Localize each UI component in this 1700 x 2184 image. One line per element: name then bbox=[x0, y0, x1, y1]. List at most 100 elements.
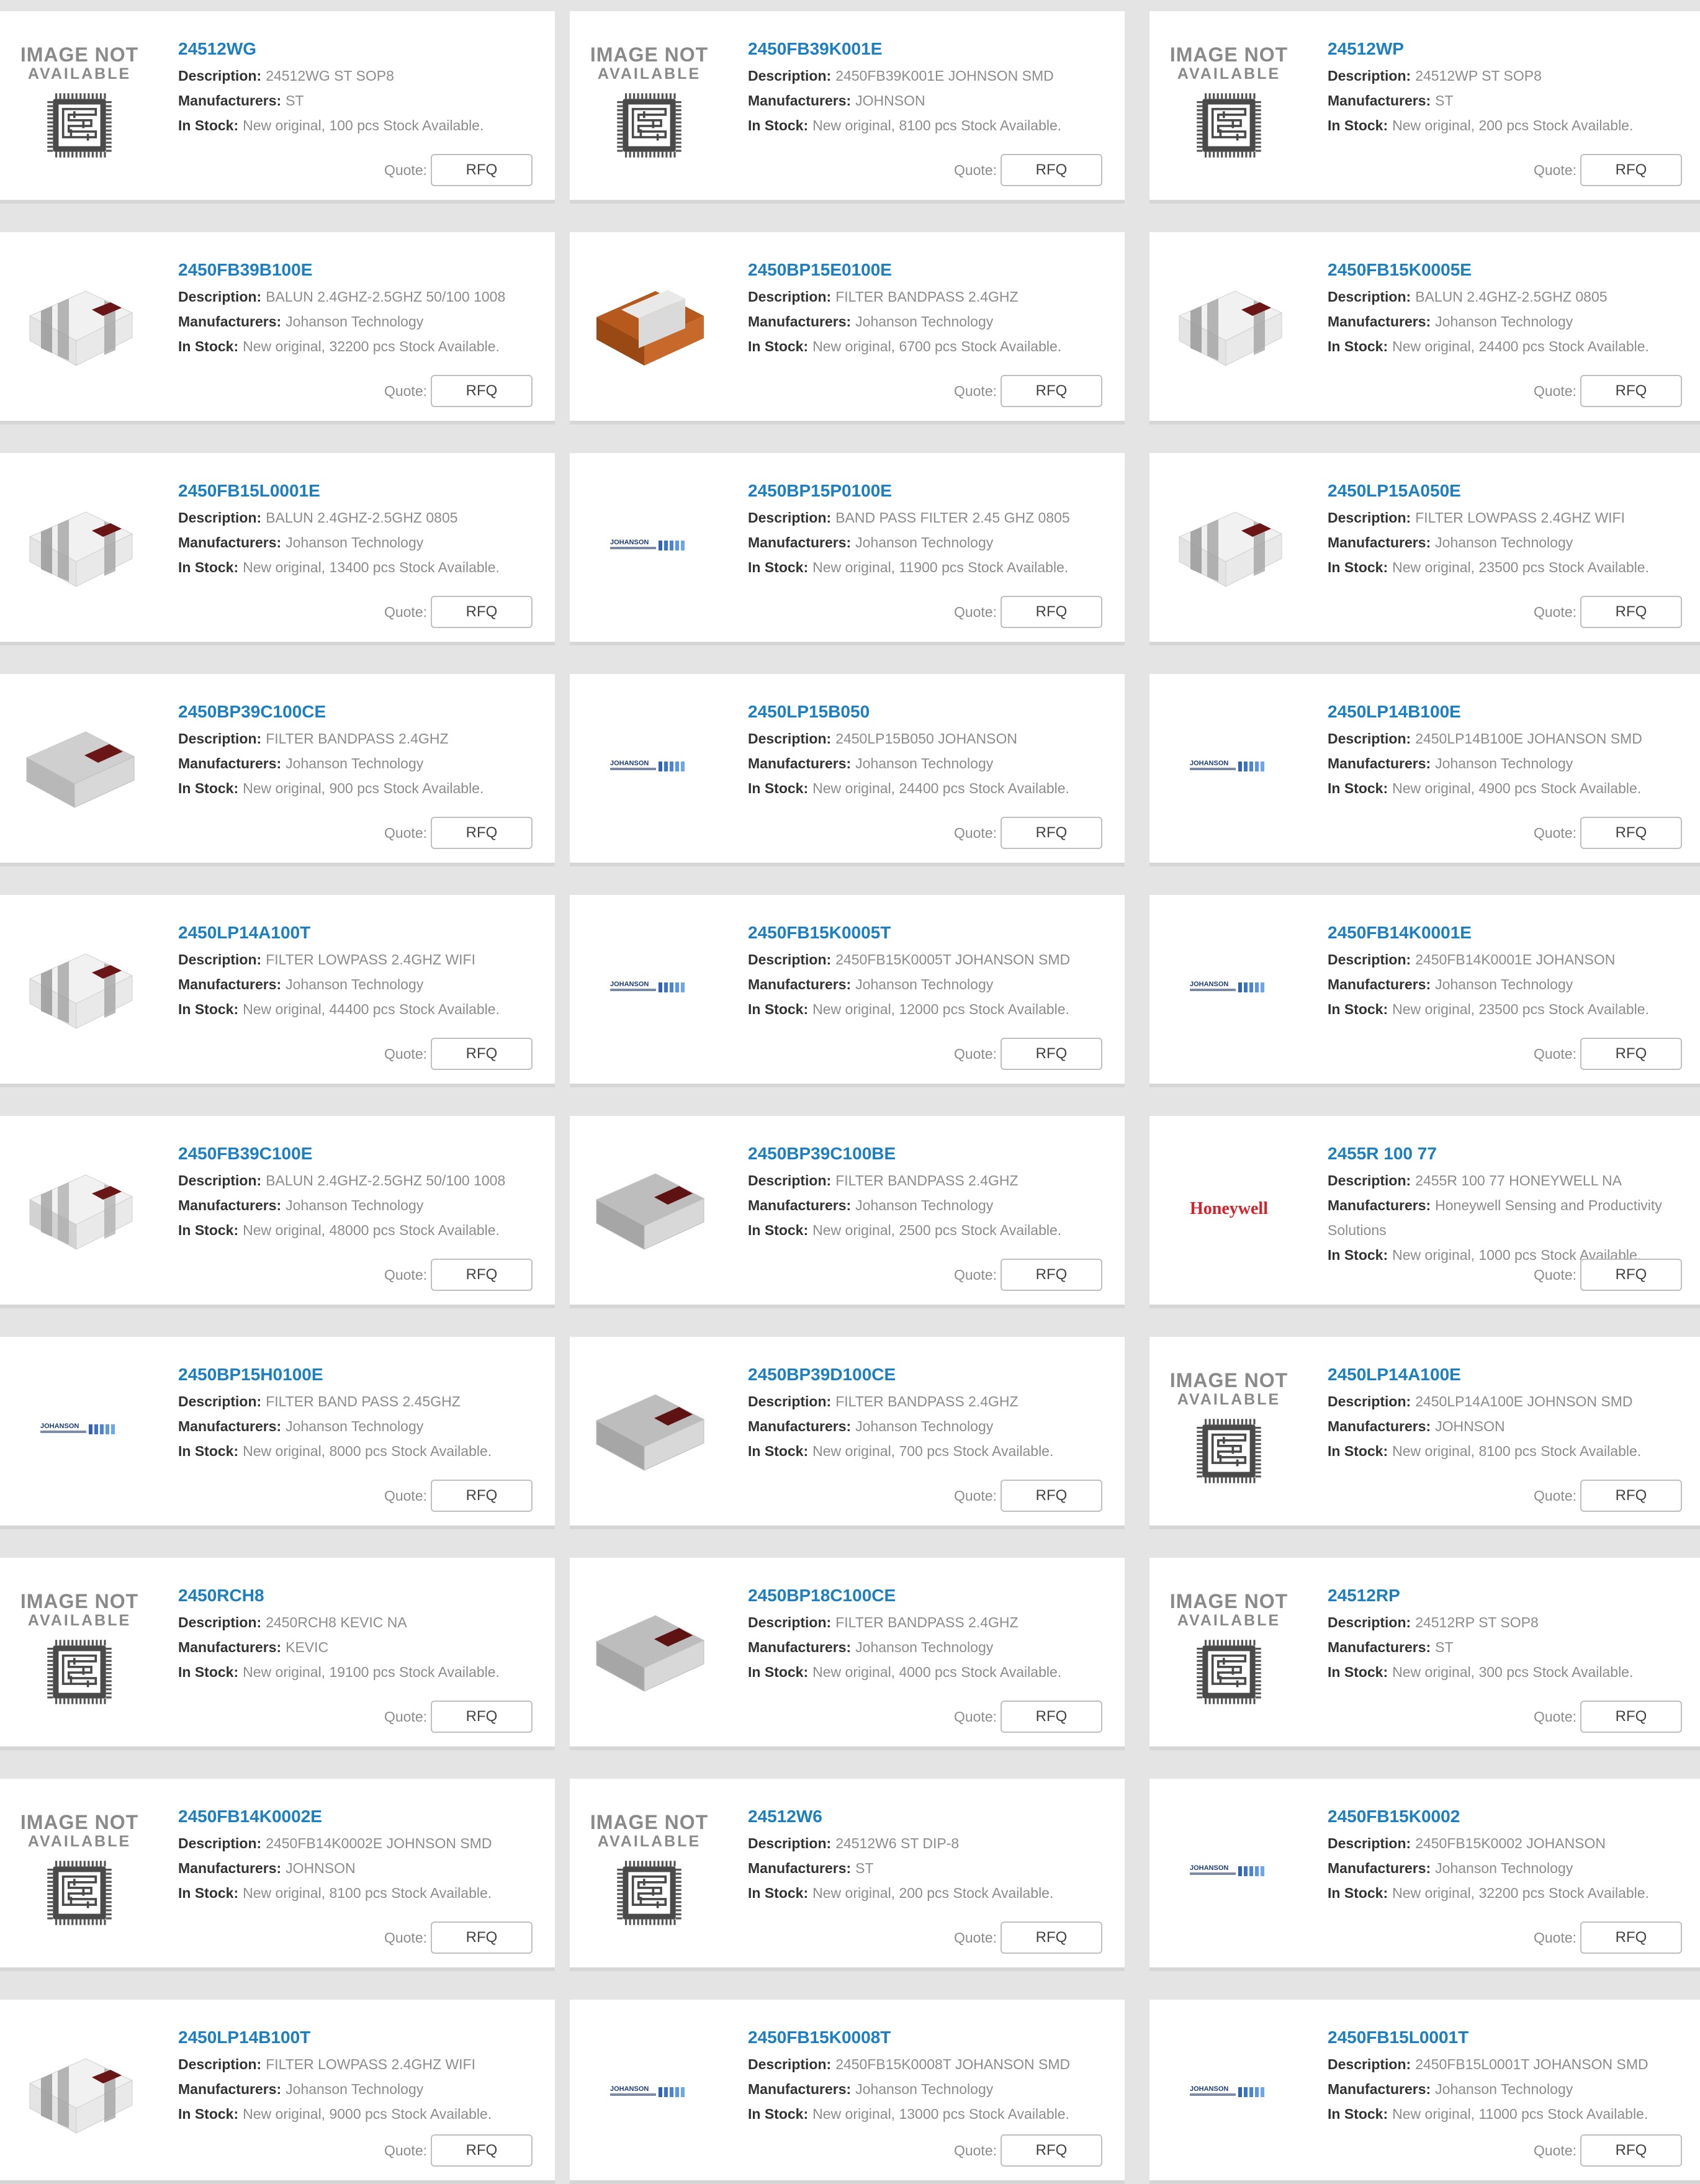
part-number-link[interactable]: 2450RCH8 bbox=[178, 1584, 555, 1607]
striped-chip-icon[interactable] bbox=[12, 478, 146, 614]
striped-chip-icon[interactable] bbox=[12, 257, 146, 393]
part-number-link[interactable]: 2450BP15E0100E bbox=[748, 258, 1125, 282]
rfq-button[interactable]: RFQ bbox=[431, 1701, 533, 1733]
rfq-button[interactable]: RFQ bbox=[431, 1921, 533, 1954]
rfq-button[interactable]: RFQ bbox=[1001, 1259, 1102, 1291]
johanson-logo-icon[interactable]: JOHANSON bbox=[582, 920, 716, 1056]
chip-placeholder-icon[interactable]: IMAGE NOT AVAILABLE bbox=[1162, 36, 1296, 173]
rfq-button[interactable]: RFQ bbox=[1580, 2134, 1682, 2167]
description-row: Description: 2450RCH8 KEVIC NA bbox=[178, 1610, 555, 1635]
dark-chip-icon[interactable] bbox=[582, 1362, 716, 1498]
part-number-link[interactable]: 2450LP14A100E bbox=[1328, 1363, 1700, 1386]
rfq-button[interactable]: RFQ bbox=[1580, 596, 1682, 628]
johanson-logo-icon[interactable]: JOHANSON bbox=[1162, 699, 1296, 835]
part-number-link[interactable]: 24512RP bbox=[1328, 1584, 1700, 1607]
striped-chip-icon[interactable] bbox=[12, 2024, 146, 2161]
part-number-link[interactable]: 2450FB15K0008T bbox=[748, 2026, 1125, 2049]
quote-area: Quote: RFQ bbox=[954, 1259, 1102, 1291]
johanson-logo-icon[interactable]: JOHANSON bbox=[1162, 920, 1296, 1056]
rfq-button[interactable]: RFQ bbox=[1580, 1259, 1682, 1291]
stock-value: New original, 13400 pcs Stock Available. bbox=[243, 559, 500, 575]
part-number-link[interactable]: 2450LP14A100T bbox=[178, 921, 555, 945]
chip-placeholder-icon[interactable]: IMAGE NOT AVAILABLE bbox=[582, 36, 716, 173]
chip-placeholder-icon[interactable]: IMAGE NOT AVAILABLE bbox=[1162, 1583, 1296, 1719]
part-number-link[interactable]: 2450FB39K001E bbox=[748, 37, 1125, 61]
rfq-button[interactable]: RFQ bbox=[431, 1480, 533, 1512]
manufacturer-row: Manufacturers: Johanson Technology bbox=[1328, 2077, 1700, 2101]
part-number-link[interactable]: 2450FB14K0001E bbox=[1328, 921, 1700, 945]
rfq-button[interactable]: RFQ bbox=[1001, 375, 1102, 407]
johanson-logo-icon[interactable]: JOHANSON bbox=[12, 1362, 146, 1498]
quote-label: Quote: bbox=[1533, 1045, 1576, 1062]
rfq-button[interactable]: RFQ bbox=[1580, 1480, 1682, 1512]
part-number-link[interactable]: 2450FB14K0002E bbox=[178, 1805, 555, 1828]
part-number-link[interactable]: 2450FB15K0005T bbox=[748, 921, 1125, 945]
part-number-link[interactable]: 2450LP15A050E bbox=[1328, 479, 1700, 503]
manufacturer-label: Manufacturers: bbox=[1328, 976, 1431, 992]
rfq-button[interactable]: RFQ bbox=[431, 154, 533, 186]
rfq-button[interactable]: RFQ bbox=[431, 817, 533, 849]
part-number-link[interactable]: 2455R 100 77 bbox=[1328, 1142, 1700, 1166]
johanson-logo-icon[interactable]: JOHANSON bbox=[582, 478, 716, 614]
dark-chip-icon[interactable] bbox=[582, 1583, 716, 1719]
part-number-link[interactable]: 2450BP15P0100E bbox=[748, 479, 1125, 503]
rfq-button[interactable]: RFQ bbox=[431, 596, 533, 628]
rfq-button[interactable]: RFQ bbox=[1001, 2134, 1102, 2167]
chip-placeholder-icon[interactable]: IMAGE NOT AVAILABLE bbox=[12, 36, 146, 173]
rfq-button[interactable]: RFQ bbox=[1001, 817, 1102, 849]
part-number-link[interactable]: 24512WG bbox=[178, 37, 555, 61]
rfq-button[interactable]: RFQ bbox=[1001, 1701, 1102, 1733]
part-number-link[interactable]: 2450FB39B100E bbox=[178, 258, 555, 282]
part-number-link[interactable]: 24512W6 bbox=[748, 1805, 1125, 1828]
rfq-button[interactable]: RFQ bbox=[1580, 1701, 1682, 1733]
rfq-button[interactable]: RFQ bbox=[1580, 1038, 1682, 1070]
part-number-link[interactable]: 2450FB15L0001T bbox=[1328, 2026, 1700, 2049]
orange-chip-icon[interactable] bbox=[582, 257, 716, 393]
johanson-logo-icon[interactable]: JOHANSON bbox=[1162, 2024, 1296, 2161]
part-number-link[interactable]: 2450BP39D100CE bbox=[748, 1363, 1125, 1386]
rfq-button[interactable]: RFQ bbox=[431, 1038, 533, 1070]
part-number-link[interactable]: 2450BP39C100BE bbox=[748, 1142, 1125, 1166]
honeywell-logo-icon[interactable]: Honeywell bbox=[1162, 1141, 1296, 1277]
rfq-button[interactable]: RFQ bbox=[1001, 1480, 1102, 1512]
part-number-link[interactable]: 2450BP39C100CE bbox=[178, 700, 555, 724]
chip-placeholder-icon[interactable]: IMAGE NOT AVAILABLE bbox=[12, 1804, 146, 1940]
part-number-link[interactable]: 2450LP14B100E bbox=[1328, 700, 1700, 724]
rfq-button[interactable]: RFQ bbox=[1001, 1921, 1102, 1954]
manufacturer-label: Manufacturers: bbox=[1328, 1639, 1431, 1655]
chip-placeholder-icon[interactable]: IMAGE NOT AVAILABLE bbox=[582, 1804, 716, 1940]
part-number-link[interactable]: 2450BP15H0100E bbox=[178, 1363, 555, 1386]
chip-placeholder-icon[interactable]: IMAGE NOT AVAILABLE bbox=[12, 1583, 146, 1719]
striped-chip-icon[interactable] bbox=[12, 920, 146, 1056]
grey-chip-icon[interactable] bbox=[12, 699, 146, 835]
chip-placeholder-icon[interactable]: IMAGE NOT AVAILABLE bbox=[1162, 1362, 1296, 1498]
rfq-button[interactable]: RFQ bbox=[1580, 817, 1682, 849]
part-number-link[interactable]: 2450FB39C100E bbox=[178, 1142, 555, 1166]
rfq-button[interactable]: RFQ bbox=[1001, 154, 1102, 186]
rfq-button[interactable]: RFQ bbox=[1001, 596, 1102, 628]
part-number-link[interactable]: 2450FB15L0001E bbox=[178, 479, 555, 503]
manufacturer-row: Manufacturers: Johanson Technology bbox=[748, 1193, 1125, 1218]
rfq-button[interactable]: RFQ bbox=[1001, 1038, 1102, 1070]
johanson-logo-icon[interactable]: JOHANSON bbox=[1162, 1804, 1296, 1940]
part-number-link[interactable]: 24512WP bbox=[1328, 37, 1700, 61]
rfq-button[interactable]: RFQ bbox=[1580, 154, 1682, 186]
description-row: Description: FILTER BANDPASS 2.4GHZ bbox=[748, 284, 1125, 309]
part-number-link[interactable]: 2450BP18C100CE bbox=[748, 1584, 1125, 1607]
johanson-logo-icon[interactable]: JOHANSON bbox=[582, 2024, 716, 2161]
striped-chip-icon[interactable] bbox=[1162, 257, 1296, 393]
part-number-link[interactable]: 2450FB15K0002 bbox=[1328, 1805, 1700, 1828]
part-number-link[interactable]: 2450LP15B050 bbox=[748, 700, 1125, 724]
dark-chip-icon[interactable] bbox=[582, 1141, 716, 1277]
grey-striped-chip-icon[interactable] bbox=[12, 1141, 146, 1277]
part-number-link[interactable]: 2450LP14B100T bbox=[178, 2026, 555, 2049]
description-value: FILTER BANDPASS 2.4GHZ bbox=[266, 730, 449, 747]
johanson-logo-icon[interactable]: JOHANSON bbox=[582, 699, 716, 835]
rfq-button[interactable]: RFQ bbox=[431, 375, 533, 407]
part-number-link[interactable]: 2450FB15K0005E bbox=[1328, 258, 1700, 282]
rfq-button[interactable]: RFQ bbox=[431, 2134, 533, 2167]
rfq-button[interactable]: RFQ bbox=[1580, 1921, 1682, 1954]
rfq-button[interactable]: RFQ bbox=[1580, 375, 1682, 407]
rfq-button[interactable]: RFQ bbox=[431, 1259, 533, 1291]
striped-chip-icon[interactable] bbox=[1162, 478, 1296, 614]
